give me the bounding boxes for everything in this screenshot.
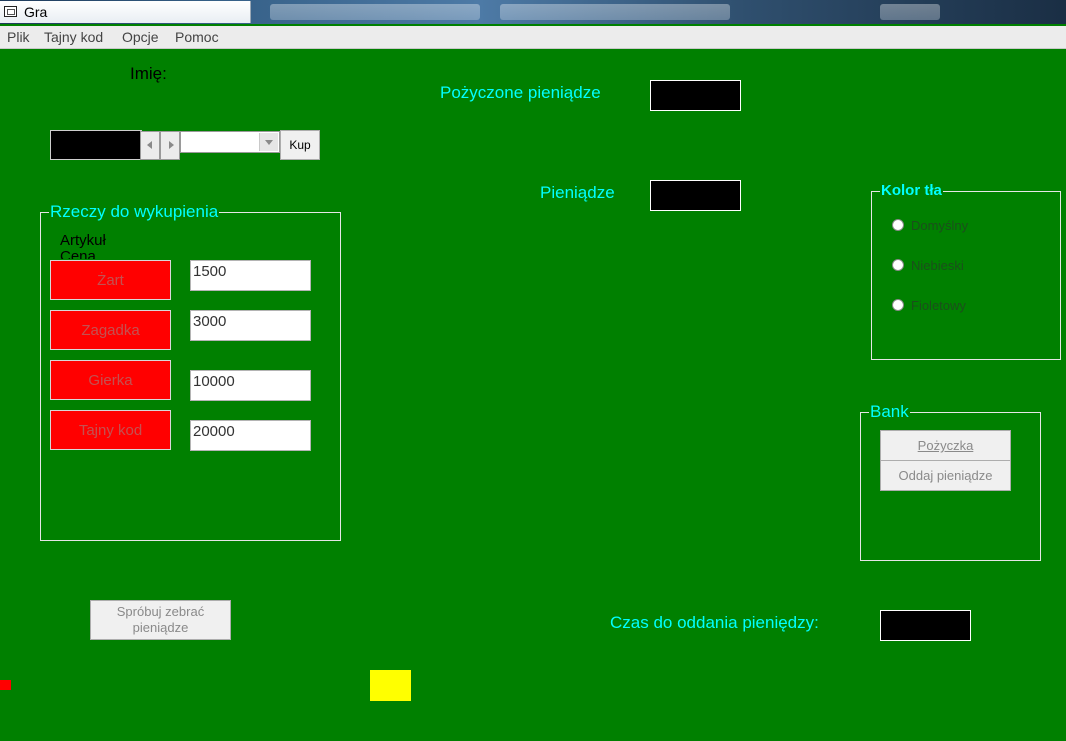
collect-money-button[interactable]: Spróbuj zebrać pieniądze (90, 600, 231, 640)
collect-money-line2: pieniądze (132, 620, 189, 635)
background-color-group: Kolor tła (871, 182, 1061, 360)
item-button-zart[interactable]: Żart (50, 260, 171, 300)
items-group-legend: Rzeczy do wykupienia (49, 202, 220, 222)
chevron-left-icon (147, 141, 152, 149)
repay-time-value (880, 610, 971, 641)
money-label: Pieniądze (540, 183, 615, 202)
radio-purple-label[interactable]: Fioletowy (911, 298, 966, 313)
window-title: Gra (24, 4, 48, 20)
collect-money-line1: Spróbuj zebrać (116, 604, 205, 619)
loan-button[interactable]: Pożyczka (880, 430, 1011, 461)
column-header-item: Artykuł (60, 232, 106, 249)
repay-time-label: Czas do oddania pieniędzy: (610, 613, 819, 632)
radio-blue[interactable] (892, 259, 904, 271)
chevron-right-icon (169, 141, 174, 149)
money-value (650, 180, 741, 211)
scroll-right-button[interactable] (160, 131, 180, 160)
menu-bar: Plik Tajny kod Opcje Pomoc (0, 26, 1066, 49)
item-price-gierka: 10000 (190, 370, 311, 401)
name-label: Imię: (130, 64, 167, 83)
chevron-down-icon (265, 140, 273, 145)
radio-blue-label[interactable]: Niebieski (911, 258, 964, 273)
yellow-indicator (370, 670, 411, 701)
menu-item-pomoc[interactable]: Pomoc (175, 29, 219, 45)
item-button-tajny-kod[interactable]: Tajny kod (50, 410, 171, 450)
menu-item-tajny-kod[interactable]: Tajny kod (44, 29, 103, 45)
item-select-combo[interactable] (180, 131, 280, 153)
radio-default-label[interactable]: Domyślny (911, 218, 968, 233)
background-tab (270, 4, 480, 20)
window-icon (4, 6, 17, 17)
radio-default[interactable] (892, 219, 904, 231)
title-bar: Gra (0, 0, 1066, 24)
window-title-tab[interactable]: Gra (0, 1, 251, 23)
bank-legend: Bank (869, 402, 910, 422)
name-field[interactable] (50, 130, 142, 160)
column-header-price-clip: Cena (60, 250, 120, 259)
radio-purple[interactable] (892, 299, 904, 311)
item-price-zart: 1500 (190, 260, 311, 291)
borrowed-money-label: Pożyczone pieniądze (440, 83, 601, 102)
background-tab (500, 4, 730, 20)
red-indicator (0, 680, 11, 690)
repay-button[interactable]: Oddaj pieniądze (880, 460, 1011, 491)
item-price-tajny-kod: 20000 (190, 420, 311, 451)
background-color-legend: Kolor tła (880, 182, 943, 199)
scroll-left-button[interactable] (140, 131, 160, 160)
borrowed-money-value (650, 80, 741, 111)
menu-item-plik[interactable]: Plik (7, 29, 30, 45)
background-tab (880, 4, 940, 20)
menu-item-opcje[interactable]: Opcje (122, 29, 159, 45)
item-button-zagadka[interactable]: Zagadka (50, 310, 171, 350)
column-header-price: Cena (60, 250, 96, 259)
combo-dropdown-button[interactable] (259, 133, 278, 151)
item-price-zagadka: 3000 (190, 310, 311, 341)
item-button-gierka[interactable]: Gierka (50, 360, 171, 400)
buy-button[interactable]: Kup (280, 130, 320, 160)
